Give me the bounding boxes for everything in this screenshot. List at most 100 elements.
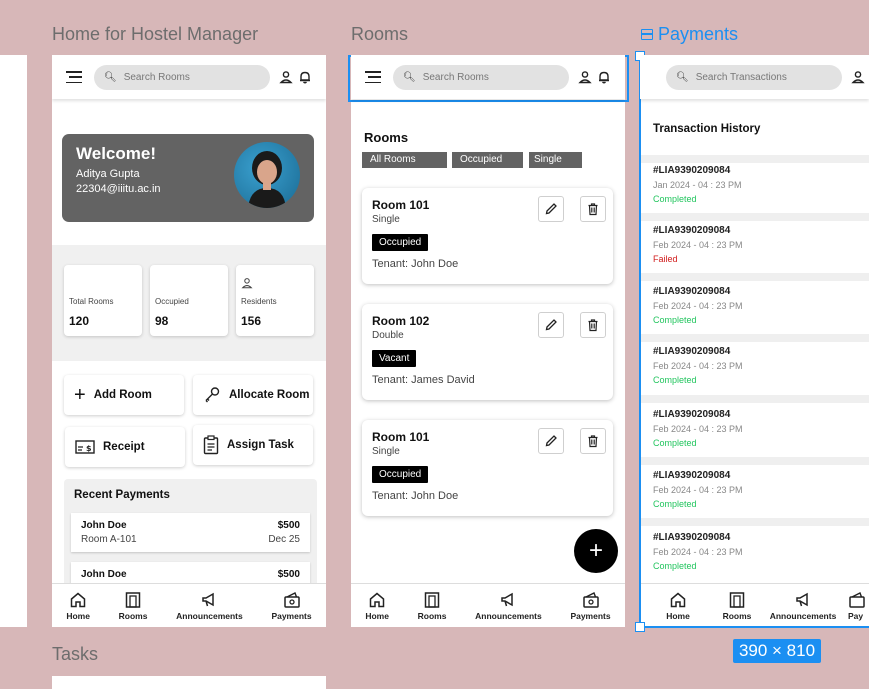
search-placeholder: Search Transactions [695,71,787,83]
nav-payments[interactable]: Payments [271,591,312,621]
payment-amount: $500 [277,520,300,531]
frame-label-tasks[interactable]: Tasks [52,644,98,665]
recent-payments-panel: Recent Payments John Doe Room A-101 $500… [64,479,317,599]
nav-announcements[interactable]: Announcements [475,591,542,621]
room-type: Single [372,214,400,225]
room-card[interactable]: Room 101 Single Occupied Tenant: John Do… [362,420,613,516]
home-icon [70,592,86,607]
edit-button[interactable] [538,428,564,454]
key-icon [205,387,220,403]
svg-text:$: $ [86,444,92,453]
tenant: Tenant: John Doe [372,258,459,270]
room-type: Double [372,330,404,341]
frame-label-payments-text: Payments [658,24,739,44]
plus-icon: + [74,384,86,406]
assign-task-label: Assign Task [227,439,294,451]
stat-residents[interactable]: Residents 156 [236,265,314,336]
nav-rooms[interactable]: Rooms [417,591,447,621]
home-topbar: 🔍︎ Search Rooms [52,55,326,99]
topbar-icons [279,70,312,84]
stat-occupied[interactable]: Occupied 98 [150,265,228,336]
tasks-frame-top [52,676,326,689]
nav-payments[interactable]: Payments [570,591,611,621]
status-badge: Vacant [372,350,417,367]
rooms-topbar: 🔍︎ Search Rooms [351,55,625,99]
search-placeholder: Search Rooms [123,71,190,83]
megaphone-icon [501,592,514,606]
nav-home[interactable]: Home [365,591,389,621]
search-input[interactable]: 🔍︎ Search Transactions [666,64,842,90]
user-icon[interactable] [851,70,865,84]
allocate-room-label: Allocate Room [229,389,310,401]
frame-icon [641,29,653,40]
room-name: Room 101 [372,198,430,212]
nav-label: Rooms [118,610,148,621]
frame-label-home[interactable]: Home for Hostel Manager [52,24,258,45]
filter-chip-all[interactable]: All Rooms [362,152,447,168]
stat-label: Total Rooms [69,297,114,306]
room-type: Single [372,446,400,457]
stat-label: Residents [241,297,277,306]
payer-name: John Doe [81,520,127,531]
room-card[interactable]: Room 102 Double Vacant Tenant: James Dav… [362,304,613,400]
search-icon: 🔍︎ [676,71,689,83]
recent-payments-title: Recent Payments [74,489,170,501]
stat-value: 120 [69,314,90,328]
frame-label-rooms[interactable]: Rooms [351,24,408,45]
nav-home[interactable]: Home [66,591,90,621]
nav-label: Home [66,610,90,621]
search-input[interactable]: 🔍︎ Search Rooms [393,64,569,90]
search-input[interactable]: 🔍︎ Search Rooms [94,64,270,90]
assign-task-button[interactable]: Assign Task [193,425,313,465]
payment-date: Dec 25 [268,534,300,545]
add-room-fab[interactable]: + [574,529,618,573]
resize-handle-bottom-left[interactable] [635,622,645,632]
edit-button[interactable] [538,312,564,338]
frame-label-payments[interactable]: Payments [641,24,738,45]
filter-chip-single[interactable]: Single [529,152,582,168]
status-badge: Occupied [372,234,429,251]
user-icon [241,278,253,289]
wallet-icon [283,591,300,608]
filter-chip-occupied[interactable]: Occupied [452,152,523,168]
user-icon[interactable] [279,70,293,84]
payer-name: John Doe [81,569,127,580]
receipt-button[interactable]: $ Receipt [65,427,185,467]
allocate-room-button[interactable]: Allocate Room [193,375,313,415]
payment-amount: $500 [277,569,300,580]
stat-total-rooms[interactable]: Total Rooms 120 [64,265,142,336]
search-icon: 🔍︎ [403,71,416,83]
list-item[interactable]: John Doe Room A-101 $500 Dec 25 [71,513,310,552]
bell-icon[interactable] [597,70,611,84]
topbar-icons [578,70,611,84]
nav-label: Announcements [475,610,542,621]
nav-label: Payments [570,610,611,621]
nav-rooms[interactable]: Rooms [118,591,148,621]
payer-room: Room A-101 [81,534,137,545]
stat-value: 98 [155,314,169,328]
nav-announcements[interactable]: Announcements [176,591,243,621]
trash-icon [588,319,598,332]
edit-button[interactable] [538,196,564,222]
avatar[interactable] [234,142,300,208]
add-room-button[interactable]: + Add Room [64,375,184,415]
home-icon [369,592,385,607]
user-icon[interactable] [578,70,592,84]
search-placeholder: Search Rooms [422,71,489,83]
tenant: Tenant: John Doe [372,490,459,502]
menu-icon[interactable] [66,71,82,83]
frame-selection-outline [639,55,869,628]
delete-button[interactable] [580,428,606,454]
nav-label: Rooms [417,610,447,621]
door-icon [125,591,141,608]
pencil-icon [545,203,557,215]
bell-icon[interactable] [298,70,312,84]
room-card[interactable]: Room 101 Single Occupied Tenant: John Do… [362,188,613,284]
pencil-icon [545,435,557,447]
delete-button[interactable] [580,312,606,338]
nav-label: Payments [271,610,312,621]
clipboard-icon [203,435,219,455]
menu-icon[interactable] [365,71,381,83]
add-room-label: Add Room [93,389,152,401]
delete-button[interactable] [580,196,606,222]
